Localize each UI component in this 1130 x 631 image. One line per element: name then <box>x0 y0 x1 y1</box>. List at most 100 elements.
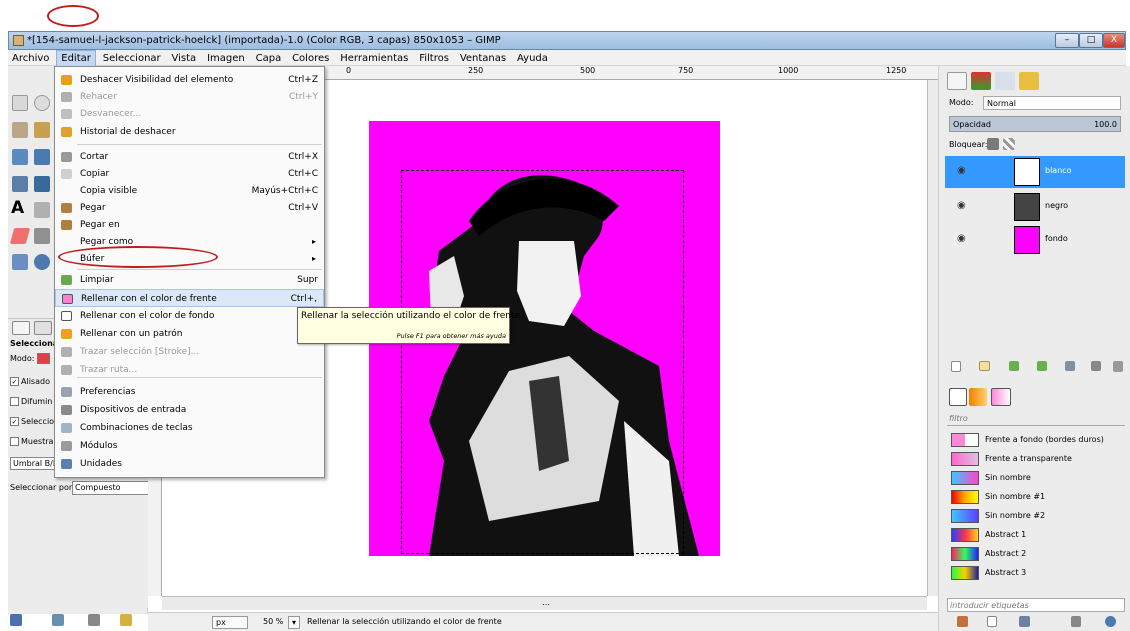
flip-tool-icon[interactable] <box>34 176 50 192</box>
edit-menu-item-rellenar-con-un-patrón[interactable]: Rellenar con un patrónC <box>55 325 324 343</box>
device-status-tab-icon[interactable] <box>34 321 52 335</box>
layers-tab-icon[interactable] <box>947 72 967 90</box>
gradient-item[interactable]: Abstract 1 <box>947 527 1125 544</box>
gradient-item[interactable]: Sin nombre <box>947 470 1125 487</box>
edit-menu-item-preferencias[interactable]: Preferencias <box>55 383 324 401</box>
reset-options-icon[interactable] <box>120 614 132 626</box>
menu-archivo[interactable]: Archivo <box>8 51 53 67</box>
gradient-item[interactable]: Abstract 2 <box>947 546 1125 563</box>
feather-checkbox[interactable] <box>10 397 19 406</box>
feather-option[interactable]: Difumin <box>10 397 52 406</box>
antialias-checkbox[interactable]: ✓ <box>10 377 19 386</box>
delete-layer-icon[interactable] <box>1113 361 1123 372</box>
select-by-dropdown[interactable]: Compuesto <box>72 481 152 495</box>
gradient-item[interactable]: Sin nombre #1 <box>947 489 1125 506</box>
unit-dropdown[interactable]: px <box>212 616 248 629</box>
text-tool-icon[interactable]: A <box>11 200 27 217</box>
layer-row-blanco[interactable]: ◉ blanco <box>945 156 1125 188</box>
edit-menu-item-dispositivos-de-entrada[interactable]: Dispositivos de entrada <box>55 401 324 419</box>
gradient-item[interactable]: Frente a transparente <box>947 451 1125 468</box>
layer-row-fondo[interactable]: ◉ fondo <box>945 224 1125 256</box>
delete-options-icon[interactable] <box>88 614 100 626</box>
visibility-eye-icon[interactable]: ◉ <box>957 234 969 244</box>
edit-menu-item-desvanecer[interactable]: Desvanecer... <box>55 105 324 123</box>
edit-menu-item-rellenar-con-el-color-de-frente[interactable]: Rellenar con el color de frente Ctrl+, <box>55 289 324 307</box>
menu-vista[interactable]: Vista <box>168 51 201 67</box>
opacity-slider[interactable]: Opacidad 100.0 <box>949 116 1121 132</box>
ellipse-select-tool-icon[interactable] <box>34 95 50 111</box>
duplicate-gradient-icon[interactable] <box>1019 616 1030 627</box>
lower-layer-icon[interactable] <box>1037 361 1047 371</box>
close-button[interactable]: X <box>1103 33 1125 48</box>
menu-seleccionar[interactable]: Seleccionar <box>99 51 165 67</box>
menu-imagen[interactable]: Imagen <box>203 51 249 67</box>
raise-layer-icon[interactable] <box>1009 361 1019 371</box>
select-transparent-option[interactable]: ✓ Seleccio <box>10 417 54 426</box>
patterns-tab-icon[interactable] <box>969 388 987 406</box>
transform-tool-icon[interactable] <box>34 122 50 138</box>
new-group-icon[interactable] <box>979 361 990 371</box>
horizontal-scrollbar[interactable]: … <box>162 596 927 610</box>
menu-herramientas[interactable]: Herramientas <box>336 51 412 67</box>
edit-menu-item-rellenar-con-el-color-de-fondo[interactable]: Rellenar con el color de fondoC <box>55 307 324 325</box>
layer-row-negro[interactable]: ◉ negro <box>945 191 1125 223</box>
clone-tool-icon[interactable] <box>12 254 28 270</box>
minimize-button[interactable]: – <box>1055 33 1079 48</box>
gradient-item[interactable]: Frente a fondo (bordes duros) <box>947 432 1125 449</box>
new-gradient-icon[interactable] <box>987 616 997 627</box>
lock-alpha-icon[interactable] <box>1003 138 1015 150</box>
rect-select-tool-icon[interactable] <box>12 95 28 111</box>
menu-ventanas[interactable]: Ventanas <box>456 51 510 67</box>
edit-menu-item-módulos[interactable]: Módulos <box>55 437 324 455</box>
menu-filtros[interactable]: Filtros <box>415 51 453 67</box>
edit-menu-item-pegar-en[interactable]: Pegar en <box>55 216 324 234</box>
menu-colores[interactable]: Colores <box>288 51 333 67</box>
select-transparent-checkbox[interactable]: ✓ <box>10 417 19 426</box>
filter-input[interactable]: filtro <box>947 412 1125 426</box>
delete-gradient-icon[interactable] <box>1071 616 1081 627</box>
save-options-icon[interactable] <box>10 614 22 626</box>
anchor-layer-icon[interactable] <box>1091 361 1101 371</box>
edit-menu-item-rehacer[interactable]: Rehacer Ctrl+Y <box>55 88 324 106</box>
zoom-arrow-icon[interactable]: ▾ <box>288 616 300 629</box>
channels-tab-icon[interactable] <box>971 72 991 90</box>
visibility-eye-icon[interactable]: ◉ <box>957 201 969 211</box>
edit-gradient-icon[interactable] <box>957 616 968 627</box>
edit-menu-item-historial-de-deshacer[interactable]: Historial de deshacer <box>55 123 324 141</box>
visibility-eye-icon[interactable]: ◉ <box>957 166 969 176</box>
layer-mode-dropdown[interactable]: Normal <box>983 96 1121 110</box>
smudge-tool-icon[interactable] <box>34 202 50 218</box>
maximize-button[interactable]: □ <box>1079 33 1103 48</box>
edit-menu-item-copiar[interactable]: Copiar Ctrl+C <box>55 165 324 183</box>
brushes-tab-icon[interactable] <box>949 388 967 406</box>
horizontal-ruler[interactable]: 0 250 500 750 1000 1250 <box>318 66 938 80</box>
tags-input[interactable]: introducir etiquetas <box>947 598 1125 612</box>
dodge-tool-icon[interactable] <box>34 254 50 270</box>
menu-capa[interactable]: Capa <box>252 51 286 67</box>
menu-ayuda[interactable]: Ayuda <box>513 51 552 67</box>
eraser-tool-icon[interactable] <box>9 228 31 244</box>
tool-options-tab-icon[interactable] <box>12 321 30 335</box>
perspective-tool-icon[interactable] <box>12 176 28 192</box>
edit-menu-item-pegar[interactable]: Pegar Ctrl+V <box>55 199 324 217</box>
edit-menu-item-cortar[interactable]: Cortar Ctrl+X <box>55 148 324 166</box>
vertical-scrollbar[interactable] <box>927 80 938 596</box>
edit-menu-item-copia-visible[interactable]: Copia visible Mayús+Ctrl+C <box>55 182 324 200</box>
gradient-item[interactable]: Sin nombre #2 <box>947 508 1125 525</box>
pencil-tool-icon[interactable] <box>34 228 50 244</box>
edit-menu-item-limpiar[interactable]: Limpiar Supr <box>55 271 324 289</box>
sample-merged-checkbox[interactable] <box>10 437 19 446</box>
paths-tab-icon[interactable] <box>995 72 1015 90</box>
mode-replace-button[interactable] <box>37 353 51 364</box>
antialias-option[interactable]: ✓ Alisado <box>10 377 50 386</box>
refresh-gradients-icon[interactable] <box>1105 616 1116 627</box>
new-layer-icon[interactable] <box>951 361 961 372</box>
restore-options-icon[interactable] <box>52 614 64 626</box>
undo-history-tab-icon[interactable] <box>1019 72 1039 90</box>
crop-tool-icon[interactable] <box>12 122 28 138</box>
edit-menu-item-unidades[interactable]: Unidades <box>55 455 324 473</box>
edit-menu-item-combinaciones-de-teclas[interactable]: Combinaciones de teclas <box>55 419 324 437</box>
duplicate-layer-icon[interactable] <box>1065 361 1075 371</box>
edit-menu-item-trazar-selección-stroke[interactable]: Trazar selección [Stroke]... <box>55 343 324 361</box>
lock-pixels-icon[interactable] <box>987 138 999 150</box>
